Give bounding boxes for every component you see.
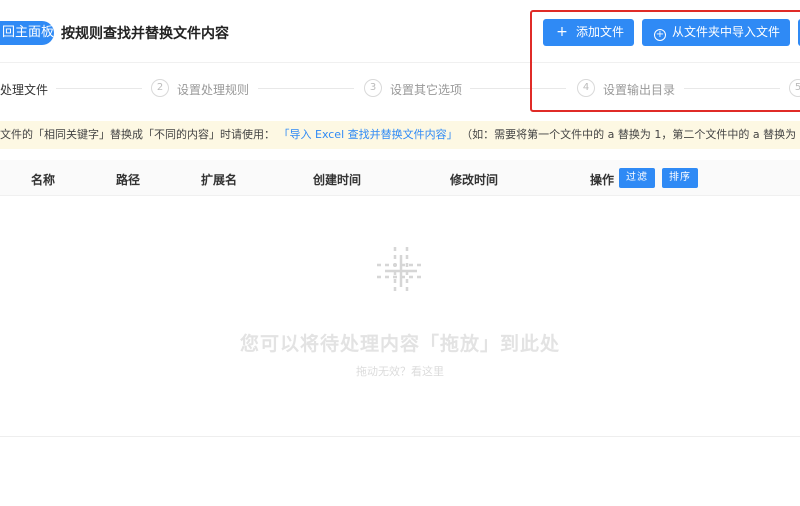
top-bar: 回主面板 按规则查找并替换文件内容 + 添加文件 + 从文件夹中导入文件	[0, 0, 800, 62]
step-indicator: 处理文件 2 设置处理规则 3 设置其它选项 4 设置输出目录 5	[0, 62, 800, 114]
import-excel-link[interactable]: 「导入 Excel 查找并替换文件内容」	[279, 128, 458, 141]
column-name[interactable]: 名称	[31, 171, 55, 188]
step-2-number: 2	[151, 79, 169, 97]
step-4-number: 4	[577, 79, 595, 97]
column-modified-time[interactable]: 修改时间	[450, 171, 498, 188]
step-divider	[470, 88, 566, 89]
step-divider	[684, 88, 780, 89]
plus-icon: +	[556, 24, 568, 40]
step-5-number: 5	[789, 79, 800, 97]
column-created-time[interactable]: 创建时间	[313, 171, 361, 188]
add-file-button[interactable]: + 添加文件	[543, 19, 634, 46]
page-title: 按规则查找并替换文件内容	[61, 26, 229, 42]
add-file-label: 添加文件	[576, 25, 625, 39]
step-1-label: 处理文件	[0, 83, 49, 97]
tip-prefix: 文件的「相同关键字」替换成「不同的内容」时请使用：	[0, 128, 275, 141]
table-header: 名称 路径 扩展名 创建时间 修改时间 操作 过滤 排序	[0, 160, 800, 196]
import-from-folder-button[interactable]: + 从文件夹中导入文件	[642, 19, 790, 46]
drop-help-link[interactable]: 拖动无效？看这里	[0, 363, 800, 379]
step-2-label: 设置处理规则	[177, 83, 250, 97]
import-folder-label: 从文件夹中导入文件	[672, 25, 781, 39]
tip-bar: 文件的「相同关键字」替换成「不同的内容」时请使用： 「导入 Excel 查找并替…	[0, 121, 800, 149]
home-panel-button[interactable]: 回主面板	[0, 21, 54, 45]
step-divider	[56, 88, 142, 89]
step-divider	[258, 88, 354, 89]
filter-button[interactable]: 过滤	[619, 168, 655, 188]
step-3-label: 设置其它选项	[390, 83, 463, 97]
drop-area-icon	[377, 247, 425, 295]
column-actions: 操作	[590, 173, 615, 187]
circle-plus-icon: +	[654, 29, 666, 41]
column-path[interactable]: 路径	[116, 171, 140, 188]
step-3-number: 3	[364, 79, 382, 97]
drop-zone[interactable]: 您可以将待处理内容「拖放」到此处 拖动无效？看这里	[0, 197, 800, 437]
tip-suffix: （如：需要将第一个文件中的 a 替换为 1，第二个文件中的 a 替换为	[461, 128, 797, 141]
column-extension[interactable]: 扩展名	[201, 171, 237, 188]
step-4-label: 设置输出目录	[603, 83, 676, 97]
drop-hint-title: 您可以将待处理内容「拖放」到此处	[239, 333, 560, 355]
sort-button[interactable]: 排序	[662, 168, 698, 188]
